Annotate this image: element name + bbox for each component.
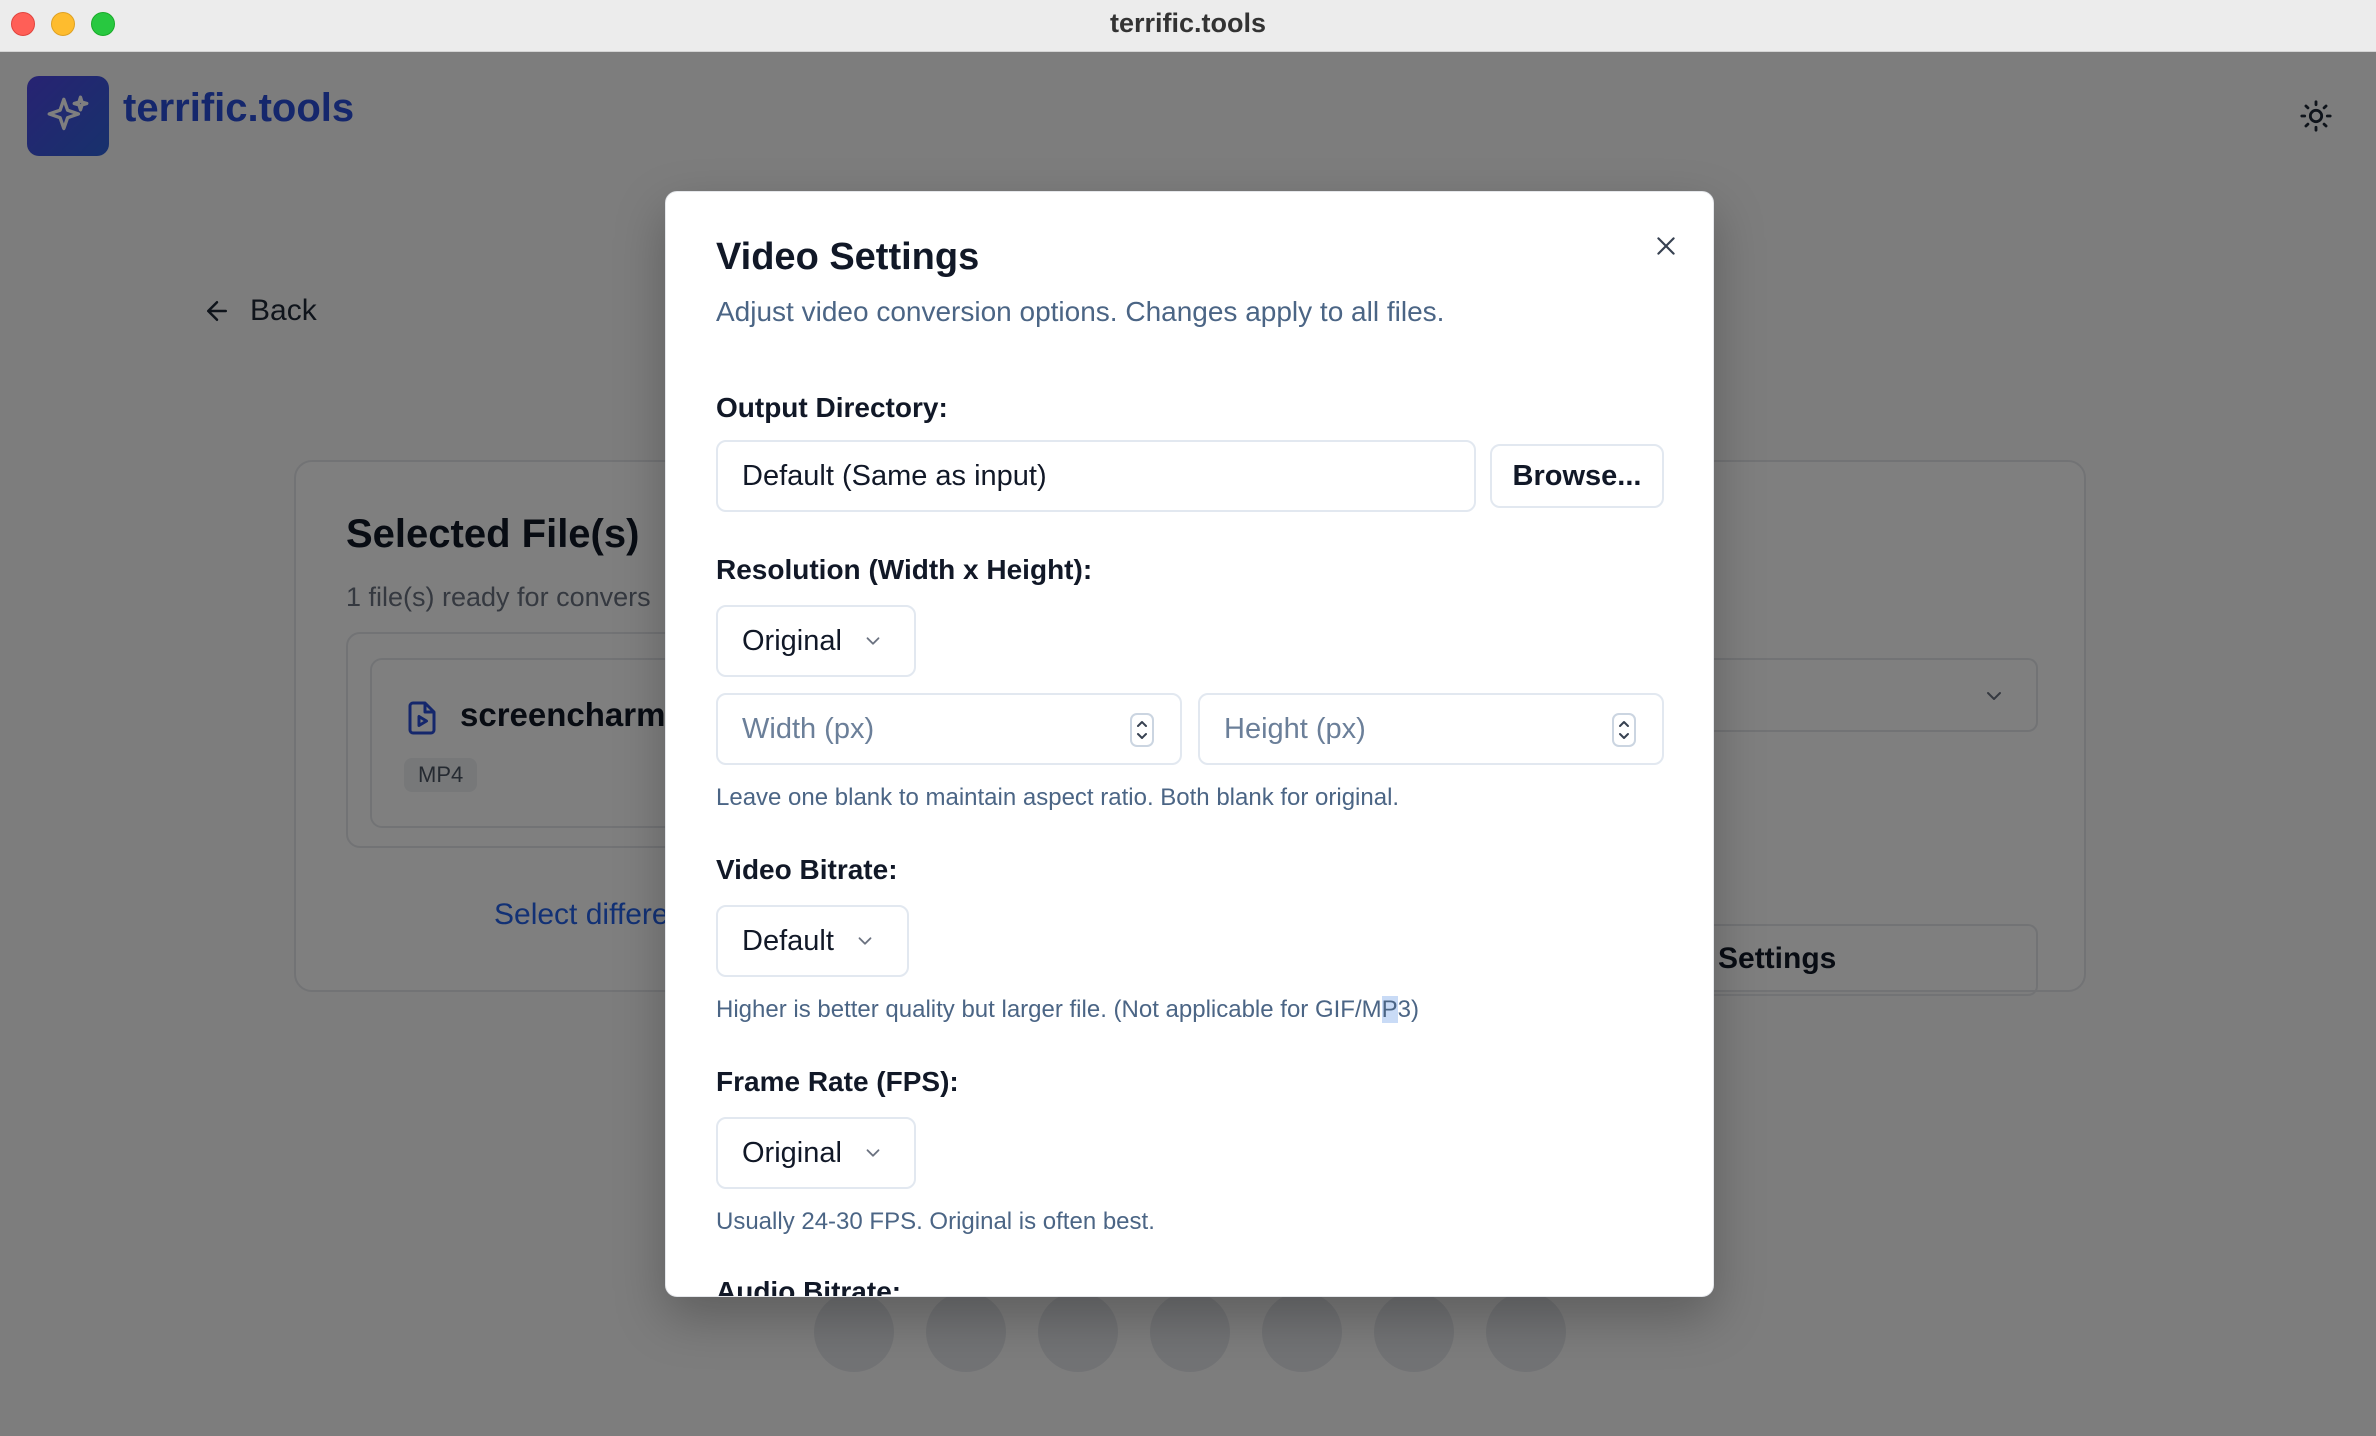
video-bitrate-label: Video Bitrate:	[716, 854, 898, 885]
stepper-icon[interactable]	[1612, 713, 1636, 747]
close-icon	[1657, 237, 1675, 255]
resolution-select[interactable]: Original	[716, 605, 916, 677]
close-dialog-button[interactable]	[1648, 228, 1684, 264]
width-input[interactable]: Width (px)	[716, 693, 1182, 765]
chevron-down-icon	[866, 1149, 880, 1157]
video-bitrate-hint: Higher is better quality but larger file…	[716, 996, 1419, 1023]
window-titlebar: terrific.tools	[0, 0, 2376, 52]
dialog-description: Adjust video conversion options. Changes…	[716, 296, 1445, 327]
video-settings-dialog: Video Settings Adjust video conversion o…	[665, 191, 1714, 1297]
text-selection: P	[1381, 996, 1398, 1023]
video-bitrate-selected: Default	[742, 924, 834, 957]
browse-button[interactable]: Browse...	[1490, 444, 1664, 508]
chevron-down-icon	[858, 937, 872, 945]
resolution-hint: Leave one blank to maintain aspect ratio…	[716, 784, 1400, 811]
audio-bitrate-label: Audio Bitrate:	[716, 1276, 902, 1297]
resolution-label: Resolution (Width x Height):	[716, 554, 1093, 585]
output-directory-label: Output Directory:	[716, 392, 948, 423]
frame-rate-selected: Original	[742, 1136, 842, 1169]
stepper-icon[interactable]	[1130, 713, 1154, 747]
height-placeholder: Height (px)	[1224, 712, 1366, 745]
frame-rate-hint: Usually 24-30 FPS. Original is often bes…	[716, 1208, 1155, 1235]
height-input[interactable]: Height (px)	[1198, 693, 1664, 765]
frame-rate-label: Frame Rate (FPS):	[716, 1066, 959, 1097]
video-bitrate-select[interactable]: Default	[716, 905, 909, 977]
resolution-selected: Original	[742, 624, 842, 657]
output-directory-input[interactable]: Default (Same as input)	[716, 440, 1476, 512]
width-placeholder: Width (px)	[742, 712, 875, 745]
chevron-down-icon	[866, 637, 880, 645]
window-title: terrific.tools	[1109, 8, 1267, 38]
output-directory-value: Default (Same as input)	[742, 459, 1047, 492]
frame-rate-select[interactable]: Original	[716, 1117, 916, 1189]
dialog-title: Video Settings	[716, 236, 980, 278]
